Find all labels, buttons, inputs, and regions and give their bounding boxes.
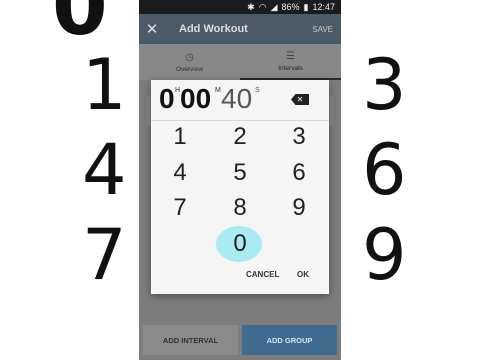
time-display: 0 H 00 M 40 S ✕ bbox=[151, 80, 329, 121]
keypad-key-1[interactable]: 1 bbox=[160, 122, 200, 152]
ok-button[interactable]: OK bbox=[297, 270, 309, 279]
background-digit: 3 bbox=[362, 44, 407, 126]
page-title: Add Workout bbox=[179, 23, 248, 35]
clock-icon: ◷ bbox=[185, 51, 194, 63]
battery-icon: ▮ bbox=[303, 1, 309, 12]
background-digit: 7 bbox=[82, 214, 127, 296]
add-interval-button[interactable]: ADD INTERVAL bbox=[143, 325, 238, 355]
tab-overview[interactable]: ◷ Overview bbox=[139, 44, 240, 80]
add-group-button[interactable]: ADD GROUP bbox=[242, 325, 337, 355]
minutes-unit: M bbox=[215, 87, 221, 94]
app-bar: ✕ Add Workout SAVE bbox=[139, 14, 341, 44]
keypad-key-6[interactable]: 6 bbox=[279, 158, 319, 188]
keypad-key-0[interactable]: 0 bbox=[220, 229, 260, 259]
status-bar: ✱ ◠ ◢ 86% ▮ 12:47 bbox=[139, 0, 341, 14]
keypad-key-8[interactable]: 8 bbox=[220, 193, 260, 223]
seconds-value[interactable]: 40 bbox=[221, 82, 252, 116]
clock: 12:47 bbox=[312, 2, 335, 12]
keypad-key-3[interactable]: 3 bbox=[279, 122, 319, 152]
backspace-icon[interactable]: ✕ bbox=[291, 94, 309, 105]
background-digit: 6 bbox=[362, 129, 407, 211]
seconds-unit: S bbox=[255, 87, 260, 94]
background-digit: 1 bbox=[82, 44, 127, 126]
signal-icon: ◢ bbox=[270, 1, 278, 12]
bluetooth-icon: ✱ bbox=[247, 1, 255, 12]
bottom-actions: ADD INTERVAL ADD GROUP bbox=[139, 325, 341, 355]
close-icon[interactable]: ✕ bbox=[139, 20, 165, 38]
save-button[interactable]: SAVE bbox=[312, 25, 341, 34]
keypad-key-4[interactable]: 4 bbox=[160, 158, 200, 188]
keypad-key-7[interactable]: 7 bbox=[160, 193, 200, 223]
wifi-icon: ◠ bbox=[258, 1, 267, 12]
tab-label: Intervals bbox=[278, 64, 303, 72]
list-icon: ☰ bbox=[286, 50, 295, 62]
keypad-key-9[interactable]: 9 bbox=[279, 193, 319, 223]
battery-percent: 86% bbox=[281, 2, 300, 12]
tab-label: Overview bbox=[175, 65, 204, 73]
background-digit: 4 bbox=[82, 129, 127, 211]
minutes-value[interactable]: 00 bbox=[180, 82, 211, 116]
keypad-key-2[interactable]: 2 bbox=[220, 122, 260, 152]
background-digit: 9 bbox=[362, 214, 407, 296]
keypad-key-5[interactable]: 5 bbox=[220, 158, 260, 188]
hours-value[interactable]: 0 bbox=[159, 82, 175, 116]
cancel-button[interactable]: CANCEL bbox=[246, 270, 279, 279]
tab-intervals[interactable]: ☰ Intervals bbox=[240, 44, 341, 80]
tab-bar: ◷ Overview ☰ Intervals bbox=[139, 44, 341, 80]
